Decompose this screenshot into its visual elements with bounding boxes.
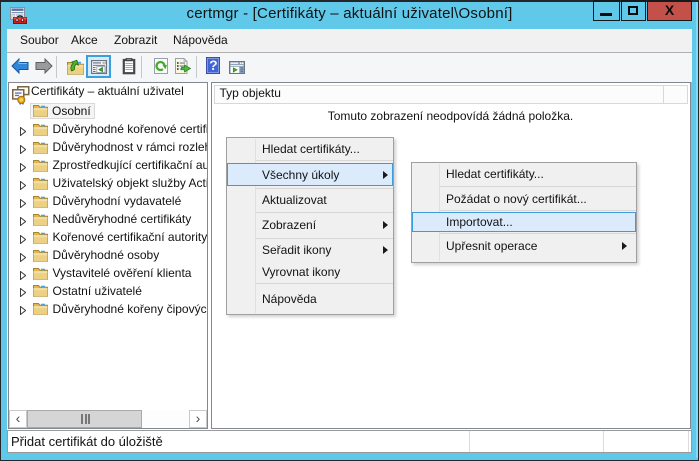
svg-text:?: ? (209, 57, 218, 73)
